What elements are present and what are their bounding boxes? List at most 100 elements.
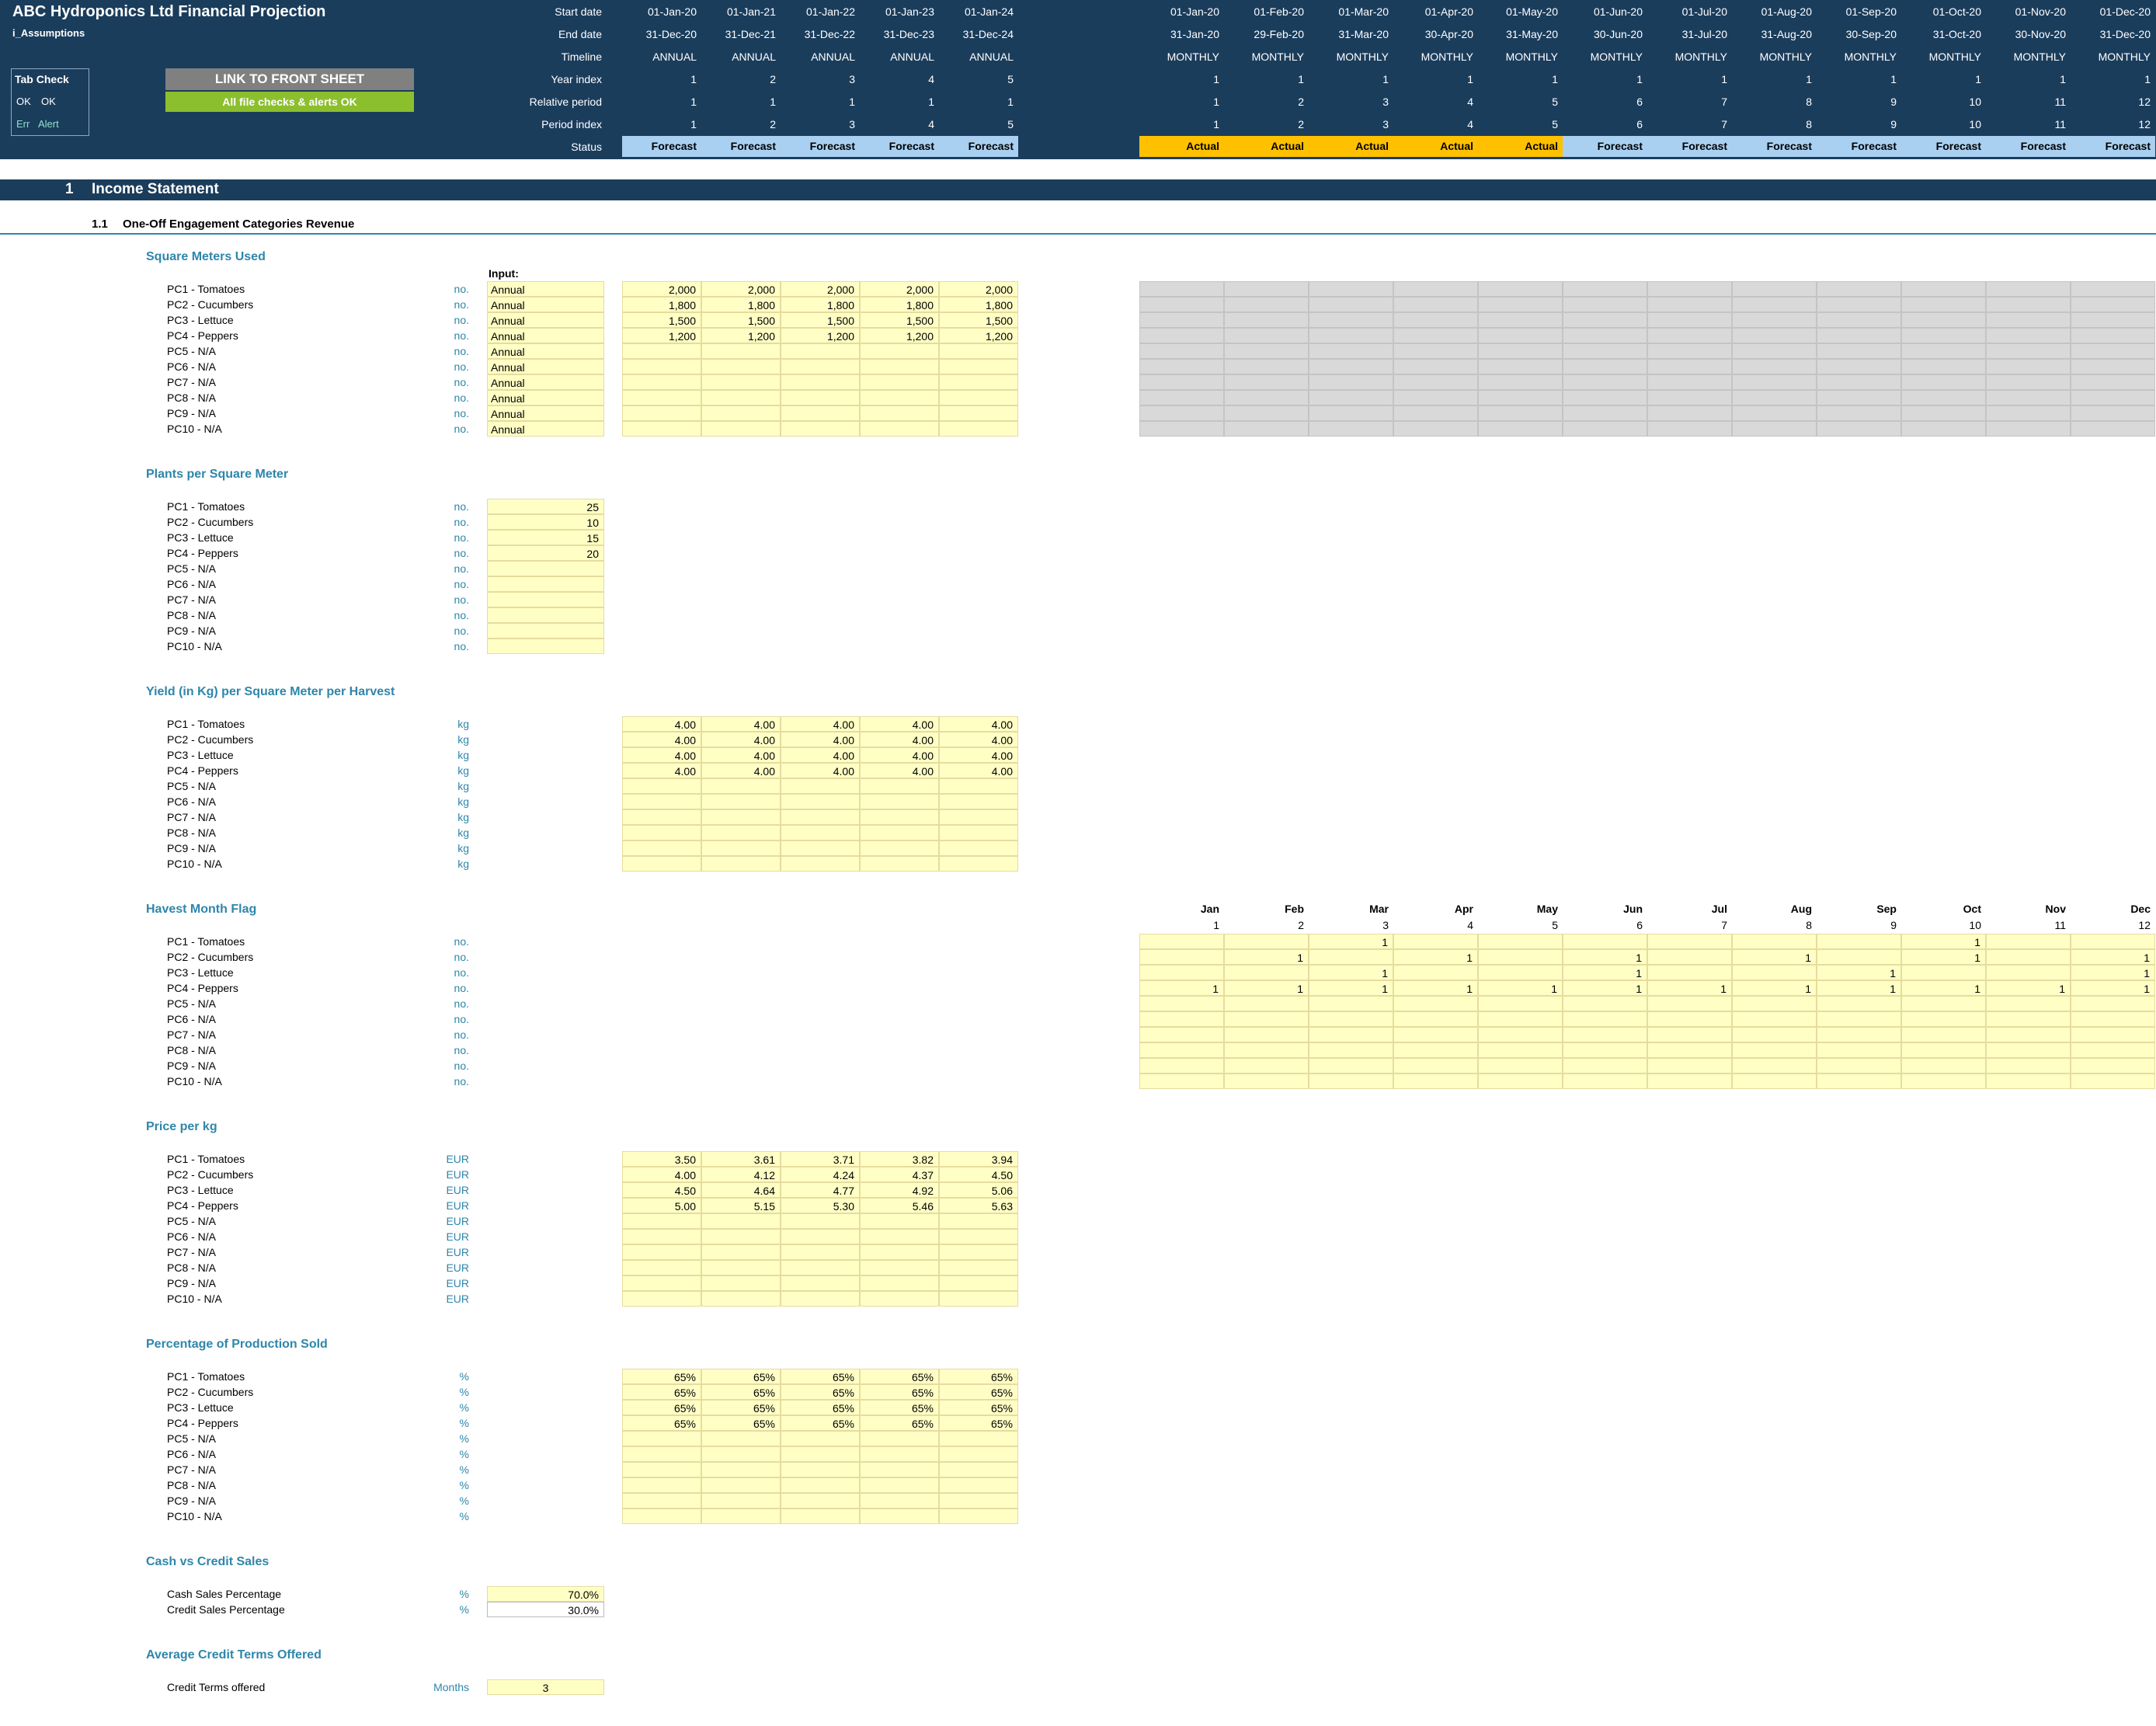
harvest-flag-cell[interactable]: 1 bbox=[1478, 980, 1563, 996]
annual-input-cell[interactable]: 1,500 bbox=[781, 312, 860, 328]
annual-input-cell[interactable] bbox=[701, 374, 781, 390]
annual-input-cell[interactable] bbox=[781, 405, 860, 421]
annual-input-cell[interactable] bbox=[701, 1493, 781, 1509]
input-value-cell[interactable]: 20 bbox=[487, 545, 604, 561]
harvest-flag-cell[interactable]: 1 bbox=[2071, 980, 2155, 996]
input-value-cell[interactable] bbox=[487, 561, 604, 576]
harvest-flag-cell[interactable] bbox=[1393, 1058, 1478, 1074]
annual-input-cell[interactable] bbox=[860, 405, 939, 421]
annual-input-cell[interactable] bbox=[622, 405, 701, 421]
annual-input-cell[interactable] bbox=[622, 856, 701, 872]
harvest-flag-cell[interactable]: 1 bbox=[2071, 965, 2155, 980]
annual-input-cell[interactable]: 4.00 bbox=[781, 732, 860, 747]
harvest-flag-cell[interactable]: 1 bbox=[1393, 980, 1478, 996]
harvest-flag-cell[interactable] bbox=[1478, 949, 1563, 965]
annual-input-cell[interactable]: 1,200 bbox=[781, 328, 860, 343]
annual-input-cell[interactable]: 1,800 bbox=[860, 297, 939, 312]
annual-input-cell[interactable] bbox=[781, 1431, 860, 1446]
annual-input-cell[interactable]: 4.00 bbox=[622, 747, 701, 763]
annual-input-cell[interactable]: 65% bbox=[939, 1384, 1018, 1400]
annual-input-cell[interactable]: 4.50 bbox=[939, 1167, 1018, 1182]
annual-input-cell[interactable] bbox=[701, 390, 781, 405]
annual-input-cell[interactable]: 5.00 bbox=[622, 1198, 701, 1213]
harvest-flag-cell[interactable] bbox=[1478, 996, 1563, 1011]
harvest-flag-cell[interactable]: 1 bbox=[1309, 934, 1393, 949]
annual-input-cell[interactable] bbox=[781, 1477, 860, 1493]
annual-input-cell[interactable] bbox=[781, 1462, 860, 1477]
annual-input-cell[interactable]: 4.00 bbox=[781, 763, 860, 778]
harvest-flag-cell[interactable] bbox=[2071, 1042, 2155, 1058]
annual-input-cell[interactable]: 5.63 bbox=[939, 1198, 1018, 1213]
harvest-flag-cell[interactable] bbox=[1647, 1042, 1732, 1058]
input-value-cell[interactable]: 15 bbox=[487, 530, 604, 545]
harvest-flag-cell[interactable]: 1 bbox=[1393, 949, 1478, 965]
harvest-flag-cell[interactable]: 1 bbox=[1901, 980, 1986, 996]
harvest-flag-cell[interactable]: 1 bbox=[1647, 980, 1732, 996]
annual-input-cell[interactable]: 4.00 bbox=[701, 763, 781, 778]
credit-terms-input[interactable]: 3 bbox=[487, 1679, 604, 1695]
annual-input-cell[interactable] bbox=[701, 1244, 781, 1260]
input-value-cell[interactable] bbox=[487, 639, 604, 654]
annual-input-cell[interactable]: 1,500 bbox=[622, 312, 701, 328]
annual-input-cell[interactable] bbox=[622, 421, 701, 437]
harvest-flag-cell[interactable] bbox=[1224, 1011, 1309, 1027]
harvest-flag-cell[interactable]: 1 bbox=[1986, 980, 2071, 996]
annual-input-cell[interactable]: 4.00 bbox=[860, 716, 939, 732]
annual-input-cell[interactable]: 1,200 bbox=[939, 328, 1018, 343]
harvest-flag-cell[interactable] bbox=[1478, 1058, 1563, 1074]
harvest-flag-cell[interactable] bbox=[1393, 1011, 1478, 1027]
annual-input-cell[interactable]: 4.92 bbox=[860, 1182, 939, 1198]
harvest-flag-cell[interactable] bbox=[1563, 996, 1647, 1011]
harvest-flag-cell[interactable] bbox=[1139, 965, 1224, 980]
input-flag-cell[interactable]: Annual bbox=[487, 312, 604, 328]
harvest-flag-cell[interactable]: 1 bbox=[1563, 949, 1647, 965]
annual-input-cell[interactable] bbox=[939, 405, 1018, 421]
input-value-cell[interactable]: 10 bbox=[487, 514, 604, 530]
annual-input-cell[interactable] bbox=[701, 840, 781, 856]
annual-input-cell[interactable]: 1,500 bbox=[860, 312, 939, 328]
annual-input-cell[interactable]: 4.24 bbox=[781, 1167, 860, 1182]
harvest-flag-cell[interactable] bbox=[1393, 934, 1478, 949]
annual-input-cell[interactable] bbox=[701, 1260, 781, 1275]
annual-input-cell[interactable] bbox=[622, 1213, 701, 1229]
annual-input-cell[interactable]: 4.00 bbox=[939, 747, 1018, 763]
input-value-cell[interactable] bbox=[487, 592, 604, 607]
harvest-flag-cell[interactable] bbox=[1901, 1074, 1986, 1089]
annual-input-cell[interactable] bbox=[860, 1509, 939, 1524]
annual-input-cell[interactable]: 65% bbox=[781, 1400, 860, 1415]
annual-input-cell[interactable]: 65% bbox=[781, 1369, 860, 1384]
harvest-flag-cell[interactable]: 1 bbox=[1817, 980, 1901, 996]
annual-input-cell[interactable] bbox=[622, 374, 701, 390]
annual-input-cell[interactable] bbox=[860, 825, 939, 840]
annual-input-cell[interactable]: 4.00 bbox=[781, 716, 860, 732]
harvest-flag-cell[interactable]: 1 bbox=[1901, 949, 1986, 965]
harvest-flag-cell[interactable] bbox=[1901, 1058, 1986, 1074]
annual-input-cell[interactable] bbox=[939, 359, 1018, 374]
harvest-flag-cell[interactable]: 1 bbox=[1224, 980, 1309, 996]
annual-input-cell[interactable] bbox=[781, 825, 860, 840]
annual-input-cell[interactable] bbox=[939, 1509, 1018, 1524]
annual-input-cell[interactable] bbox=[622, 1493, 701, 1509]
annual-input-cell[interactable]: 65% bbox=[622, 1384, 701, 1400]
annual-input-cell[interactable] bbox=[939, 1260, 1018, 1275]
annual-input-cell[interactable] bbox=[939, 1244, 1018, 1260]
annual-input-cell[interactable] bbox=[781, 1493, 860, 1509]
annual-input-cell[interactable] bbox=[939, 809, 1018, 825]
harvest-flag-cell[interactable] bbox=[1901, 996, 1986, 1011]
harvest-flag-cell[interactable] bbox=[1647, 1058, 1732, 1074]
harvest-flag-cell[interactable] bbox=[1901, 1027, 1986, 1042]
harvest-flag-cell[interactable]: 1 bbox=[1563, 965, 1647, 980]
annual-input-cell[interactable] bbox=[860, 421, 939, 437]
annual-input-cell[interactable] bbox=[939, 1213, 1018, 1229]
annual-input-cell[interactable]: 65% bbox=[781, 1384, 860, 1400]
harvest-flag-cell[interactable] bbox=[1901, 1042, 1986, 1058]
annual-input-cell[interactable] bbox=[781, 1229, 860, 1244]
annual-input-cell[interactable]: 65% bbox=[622, 1400, 701, 1415]
harvest-flag-cell[interactable] bbox=[1986, 1027, 2071, 1042]
annual-input-cell[interactable] bbox=[622, 794, 701, 809]
harvest-flag-cell[interactable] bbox=[1139, 1074, 1224, 1089]
harvest-flag-cell[interactable] bbox=[1393, 965, 1478, 980]
input-value-cell[interactable] bbox=[487, 576, 604, 592]
harvest-flag-cell[interactable] bbox=[1647, 996, 1732, 1011]
annual-input-cell[interactable] bbox=[781, 1291, 860, 1307]
